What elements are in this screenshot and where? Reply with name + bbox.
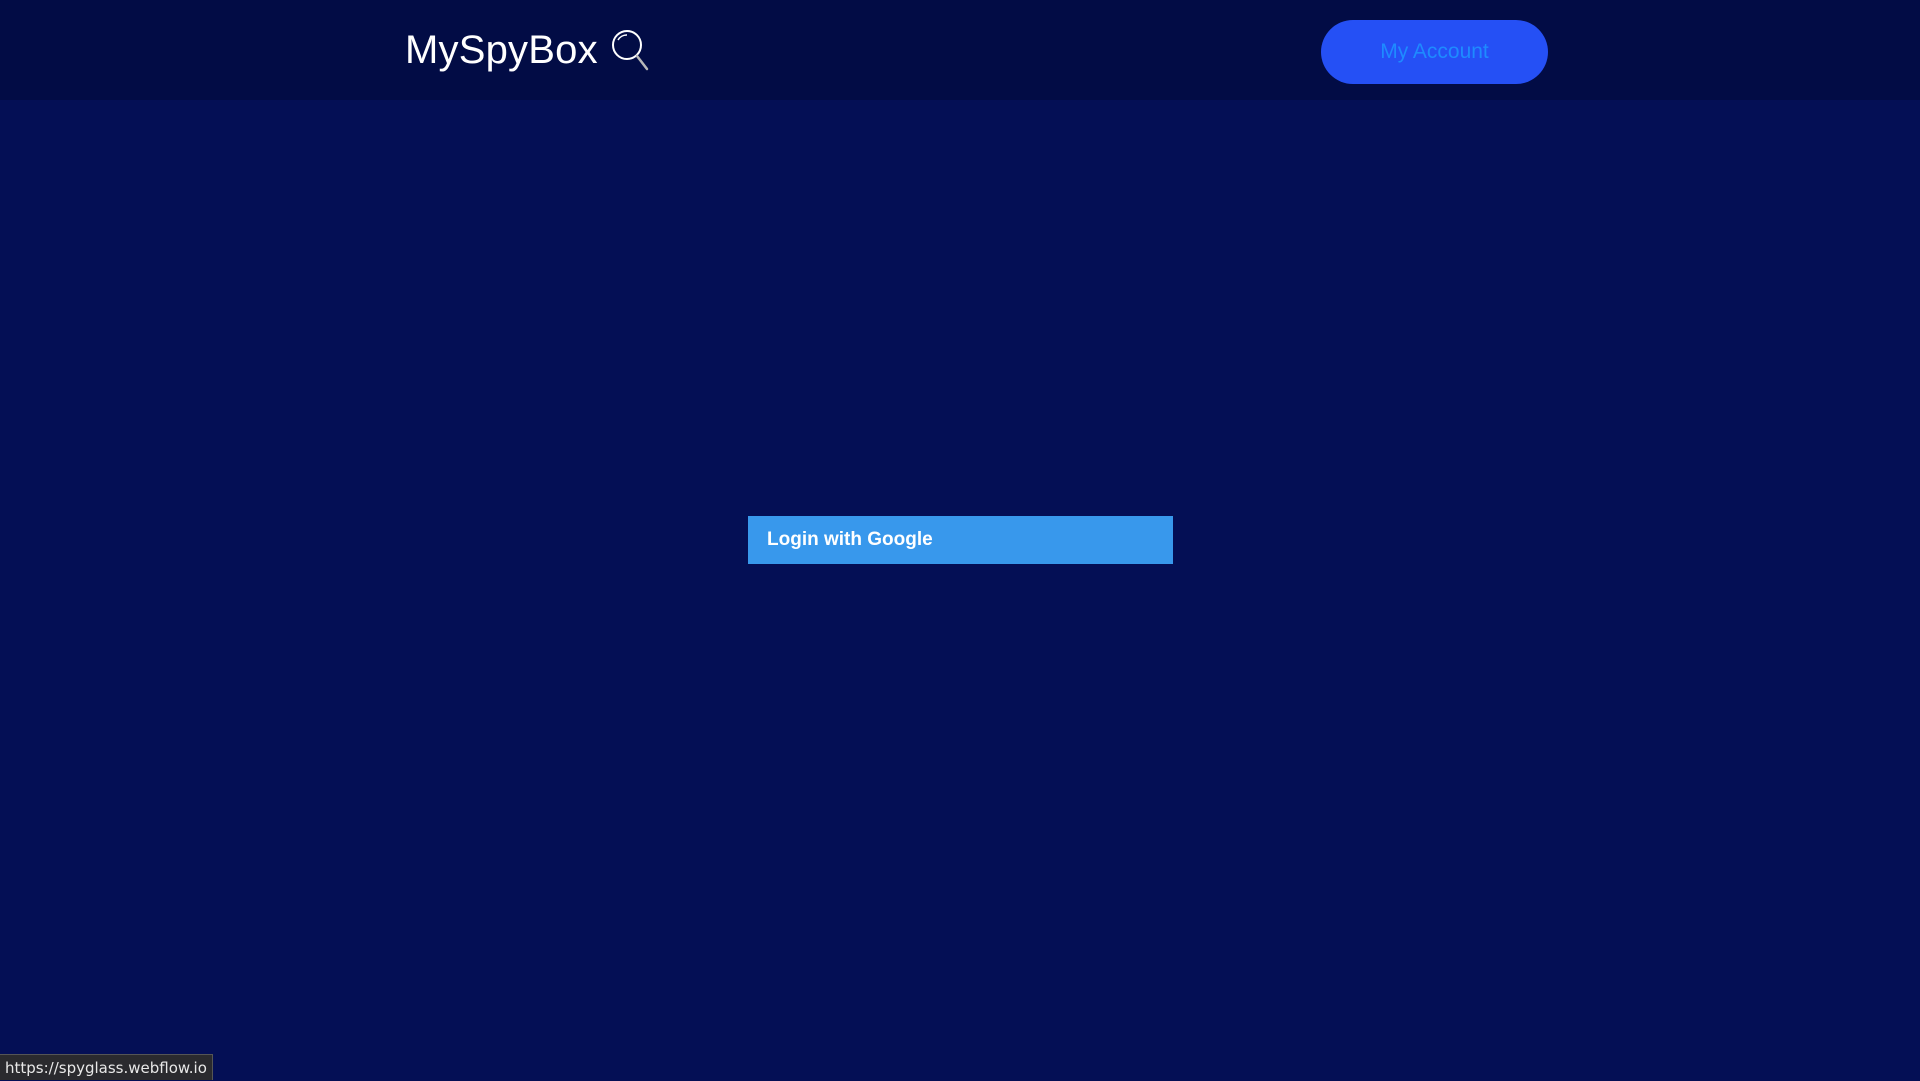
navbar: MySpyBox My Account	[0, 0, 1920, 100]
brand-logo-link[interactable]: MySpyBox	[405, 24, 650, 76]
login-with-google-button[interactable]: Login with Google	[748, 516, 1173, 564]
magnifier-icon	[610, 28, 650, 72]
my-account-button[interactable]: My Account	[1321, 20, 1548, 84]
main-content: Login with Google	[0, 100, 1920, 1080]
status-bar-url: https://spyglass.webflow.io	[0, 1054, 213, 1080]
brand-name: MySpyBox	[405, 27, 598, 72]
